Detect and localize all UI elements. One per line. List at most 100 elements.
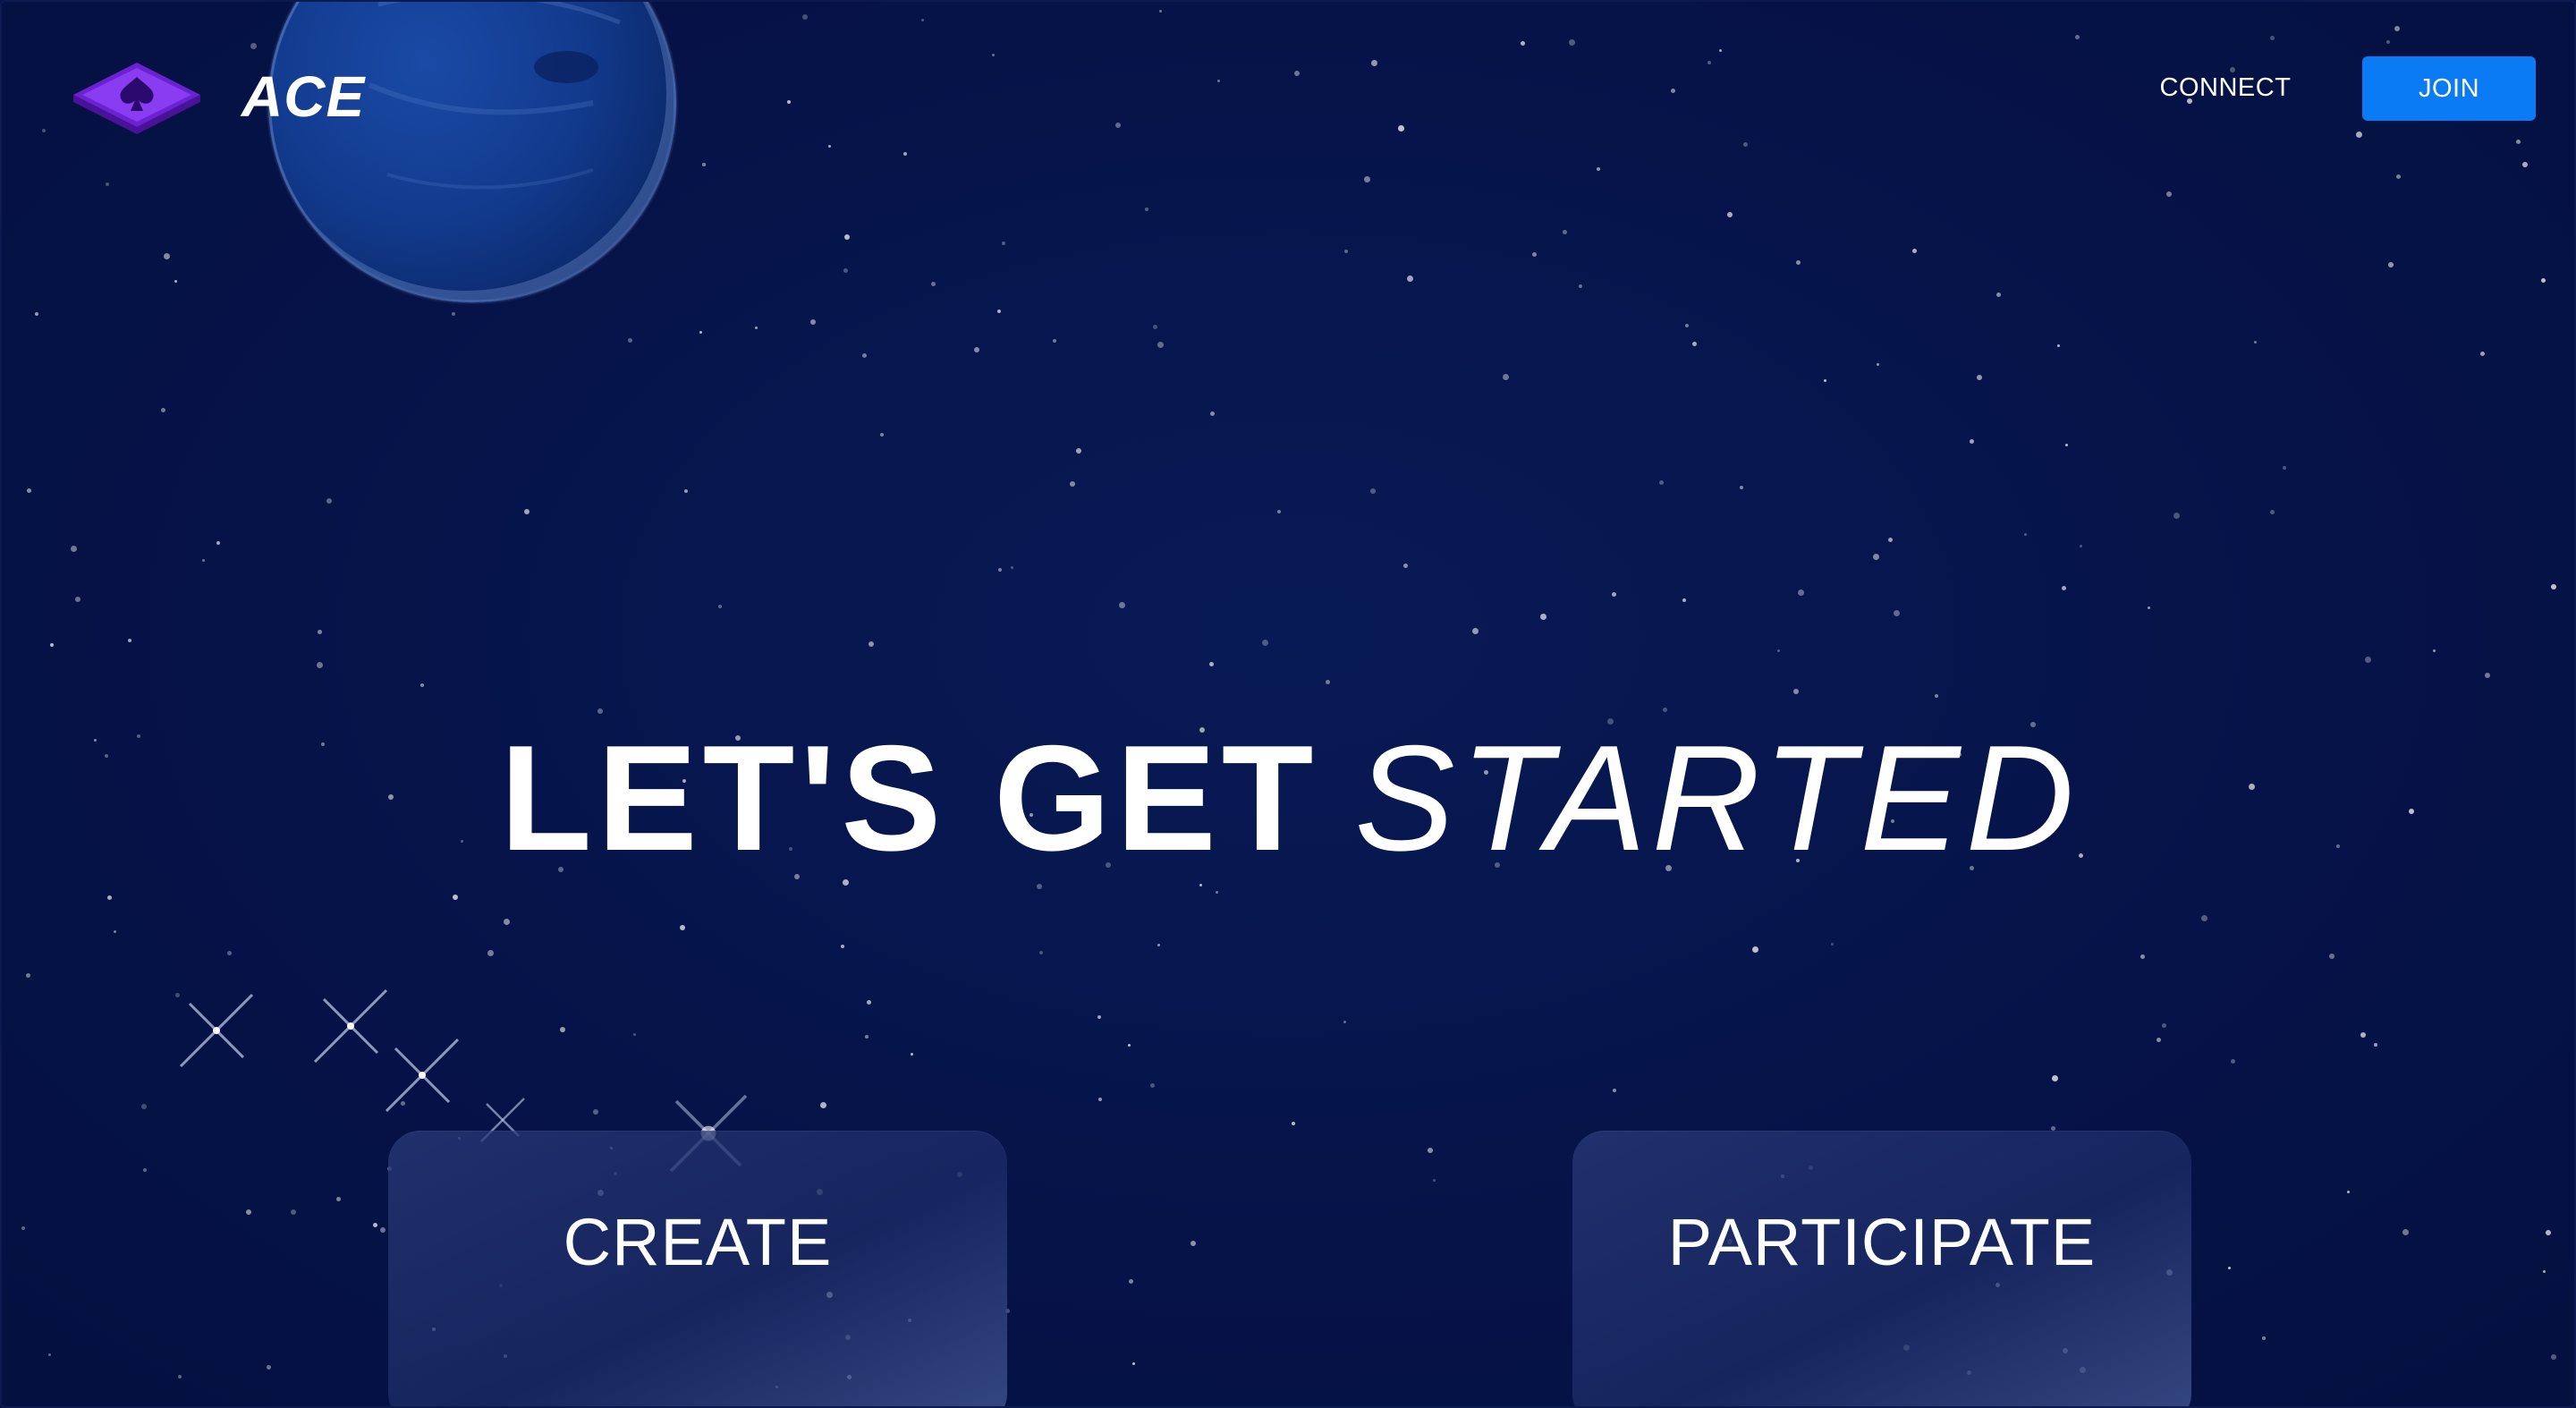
star-dot [828, 145, 831, 148]
connect-button[interactable]: CONNECT [2148, 68, 2302, 107]
star-dot [27, 488, 31, 493]
star-dot [75, 597, 80, 602]
star-dot [2075, 35, 2080, 39]
star-dot [1294, 71, 1300, 76]
star-dot [380, 1227, 386, 1233]
star-dot [453, 895, 458, 900]
star-dot [841, 945, 844, 948]
star-dot [420, 683, 424, 687]
star-dot [1039, 951, 1043, 954]
star-dot [1472, 628, 1479, 634]
star-dot [2356, 131, 2362, 138]
join-button[interactable]: JOIN [2362, 56, 2536, 121]
star-dot [2402, 1229, 2409, 1235]
star-dot [2283, 466, 2286, 470]
star-dot [699, 331, 702, 334]
star-dot [684, 489, 688, 493]
star-dot [336, 1197, 341, 1201]
star-dot [174, 280, 177, 283]
hero-title-strong: LET'S GET [500, 714, 1319, 882]
star-dot [869, 641, 874, 647]
star-dot [1671, 89, 1675, 93]
create-card-label: CREATE [563, 1205, 833, 1279]
star-dot [317, 662, 323, 668]
brand-name: ACE [242, 64, 366, 129]
star-dot [291, 1209, 296, 1215]
star-dot [2080, 545, 2082, 547]
star-dot [227, 951, 232, 955]
star-dot [2174, 513, 2180, 519]
star-dot [1877, 363, 1879, 366]
star-dot [1191, 1241, 1196, 1246]
star-dot [1364, 176, 1370, 182]
star-dot [2270, 36, 2275, 40]
star-dot [1663, 708, 1667, 712]
star-dot [1403, 564, 1408, 568]
star-dot [50, 643, 54, 647]
star-dot [843, 268, 848, 273]
star-dot [810, 319, 816, 325]
star-dot [216, 541, 220, 545]
star-dot [1996, 293, 2001, 297]
star-dot [1777, 649, 1780, 652]
star-dot [2262, 1336, 2266, 1340]
participate-card[interactable]: PARTICIPATE [1572, 1131, 2191, 1406]
star-dot [560, 1027, 565, 1032]
star-dot [128, 639, 131, 642]
star-dot [1727, 212, 1733, 217]
star-dot [2546, 1230, 2551, 1235]
star-dot [633, 1033, 636, 1036]
star-dot [2543, 1270, 2546, 1273]
star-dot [2522, 162, 2528, 167]
star-dot [1613, 1089, 1616, 1092]
star-dot [106, 182, 109, 186]
star-dot [1053, 339, 1056, 343]
star-dot [1157, 342, 1164, 348]
star-dot [1743, 142, 1748, 147]
star-dot [1326, 680, 1330, 684]
star-dot [2231, 1059, 2235, 1064]
star-dot [141, 1104, 147, 1109]
star-dot [1153, 325, 1157, 329]
star-dot [992, 54, 995, 56]
star-dot [1157, 944, 1160, 946]
star-dot [524, 509, 530, 514]
star-dot [820, 1102, 826, 1108]
star-dot [998, 568, 1002, 572]
star-dot [931, 282, 936, 286]
star-dot [35, 312, 38, 316]
star-dot [1002, 242, 1005, 245]
spade-diamond-logo-icon[interactable] [72, 61, 202, 134]
star-dot [178, 1375, 182, 1378]
star-dot [1793, 689, 1799, 694]
star-dot [2396, 174, 2401, 179]
hero-title-emphasis: STARTED [1354, 714, 2080, 882]
star-dot [1912, 249, 1917, 253]
star-dot [1132, 1362, 1135, 1365]
star-dot [48, 1353, 51, 1356]
star-dot [1719, 49, 1722, 52]
star-dot [2057, 344, 2060, 347]
star-dot [1685, 324, 1689, 327]
sparkle-icon [179, 993, 254, 1068]
star-dot [452, 312, 455, 316]
star-dot [1217, 80, 1220, 82]
star-dot [1831, 943, 1834, 946]
star-dot [1097, 1015, 1101, 1019]
star-dot [21, 1226, 25, 1230]
create-card[interactable]: CREATE [388, 1131, 1007, 1406]
star-dot [1262, 640, 1268, 646]
star-dot [787, 100, 791, 104]
star-dot [1216, 891, 1218, 894]
star-dot [1612, 592, 1616, 597]
star-dot [250, 43, 257, 49]
planet-decoration [268, 2, 676, 302]
participate-card-label: PARTICIPATE [1667, 1205, 2097, 1279]
star-dot [1740, 486, 1743, 489]
star-dot [318, 630, 322, 634]
star-dot [1873, 554, 1879, 560]
sparkle-icon [385, 1038, 460, 1113]
star-dot [504, 919, 510, 925]
star-dot [2551, 584, 2556, 589]
star-dot [326, 498, 332, 504]
